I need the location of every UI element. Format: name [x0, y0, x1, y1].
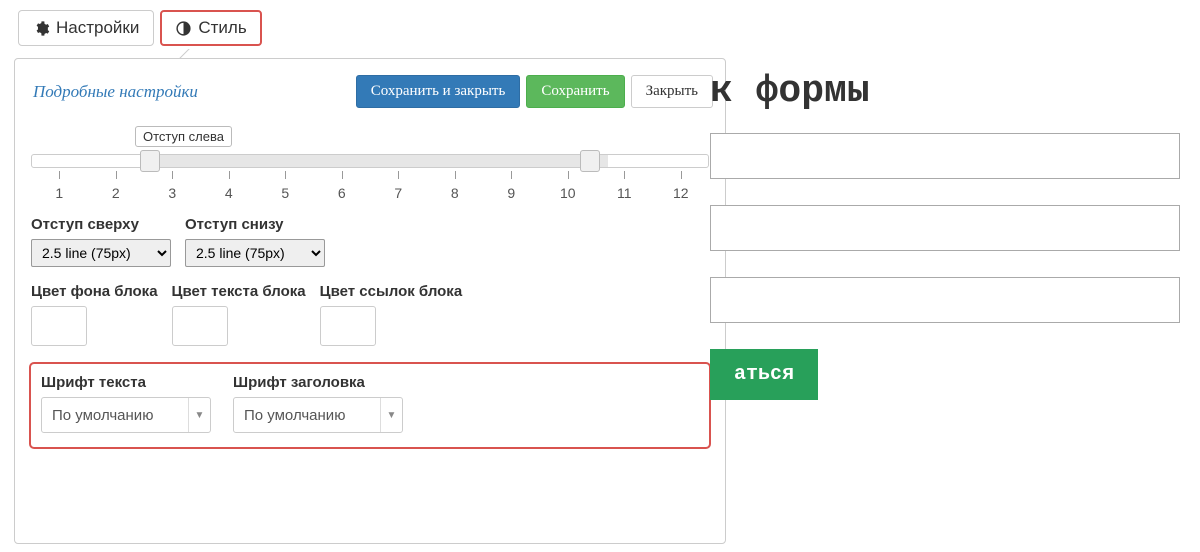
panel-toolbar: Подробные настройки Сохранить и закрыть … — [27, 75, 713, 108]
tick-7: 7 — [394, 185, 402, 201]
close-button[interactable]: Закрыть — [631, 75, 713, 108]
bg-color-field: Цвет фона блока — [31, 283, 158, 346]
font-highlight: Шрифт текста По умолчанию ▼ Шрифт заголо… — [29, 362, 711, 449]
style-panel: Подробные настройки Сохранить и закрыть … — [14, 58, 726, 544]
heading-font-label: Шрифт заголовка — [233, 374, 403, 391]
heading-font-field: Шрифт заголовка По умолчанию ▼ — [233, 374, 403, 433]
link-color-label: Цвет ссылок блока — [320, 283, 463, 300]
tick-2: 2 — [112, 185, 120, 201]
heading-font-select[interactable]: По умолчанию ▼ — [233, 397, 403, 433]
heading-font-value: По умолчанию — [234, 407, 380, 424]
contrast-icon — [175, 20, 192, 37]
link-color-input[interactable] — [320, 306, 376, 346]
panel-scroll[interactable]: Подробные настройки Сохранить и закрыть … — [27, 75, 723, 525]
slider-fill — [148, 155, 608, 167]
text-font-field: Шрифт текста По умолчанию ▼ — [41, 374, 211, 433]
detailed-settings-link[interactable]: Подробные настройки — [33, 82, 198, 102]
preview-submit-button[interactable]: аться — [710, 349, 818, 400]
chevron-down-icon: ▼ — [188, 398, 210, 432]
text-font-label: Шрифт текста — [41, 374, 211, 391]
tick-4: 4 — [225, 185, 233, 201]
color-row: Цвет фона блока Цвет текста блока Цвет с… — [31, 283, 709, 346]
text-font-value: По умолчанию — [42, 407, 188, 424]
bg-color-label: Цвет фона блока — [31, 283, 158, 300]
slider-rail[interactable] — [31, 154, 709, 168]
margin-selects-row: Отступ сверху 2.5 line (75px) Отступ сни… — [31, 216, 709, 267]
panel-box: Подробные настройки Сохранить и закрыть … — [14, 58, 726, 544]
form-title: к формы — [710, 70, 1180, 113]
margin-slider: Отступ слева 1 2 3 4 5 6 7 8 9 10 — [31, 126, 709, 206]
text-color-input[interactable] — [172, 306, 228, 346]
tab-style-label: Стиль — [198, 18, 246, 38]
tick-8: 8 — [451, 185, 459, 201]
form-preview: к формы аться — [710, 70, 1180, 400]
tick-11: 11 — [617, 185, 632, 201]
tick-12: 12 — [673, 185, 689, 201]
panel-arrow — [174, 49, 192, 58]
slider-ticks: 1 2 3 4 5 6 7 8 9 10 11 12 — [31, 171, 709, 201]
gear-icon — [33, 20, 50, 37]
slider-handle-right[interactable] — [580, 150, 600, 172]
tick-10: 10 — [560, 185, 576, 201]
tab-style[interactable]: Стиль — [160, 10, 261, 46]
preview-input-3[interactable] — [710, 277, 1180, 323]
margin-bottom-field: Отступ снизу 2.5 line (75px) — [185, 216, 325, 267]
font-row: Шрифт текста По умолчанию ▼ Шрифт заголо… — [41, 374, 699, 433]
margin-bottom-select[interactable]: 2.5 line (75px) — [185, 239, 325, 267]
save-button[interactable]: Сохранить — [526, 75, 624, 108]
bg-color-input[interactable] — [31, 306, 87, 346]
tick-3: 3 — [168, 185, 176, 201]
tab-settings[interactable]: Настройки — [18, 10, 154, 46]
chevron-down-icon: ▼ — [380, 398, 402, 432]
margin-top-field: Отступ сверху 2.5 line (75px) — [31, 216, 171, 267]
preview-input-1[interactable] — [710, 133, 1180, 179]
slider-handle-left[interactable] — [140, 150, 160, 172]
tab-settings-label: Настройки — [56, 18, 139, 38]
margin-bottom-label: Отступ снизу — [185, 216, 325, 233]
save-close-button[interactable]: Сохранить и закрыть — [356, 75, 521, 108]
tick-9: 9 — [507, 185, 515, 201]
link-color-field: Цвет ссылок блока — [320, 283, 463, 346]
tick-1: 1 — [55, 185, 63, 201]
margin-top-select[interactable]: 2.5 line (75px) — [31, 239, 171, 267]
slider-tooltip: Отступ слева — [135, 126, 232, 147]
text-color-field: Цвет текста блока — [172, 283, 306, 346]
tabs-row: Настройки Стиль — [0, 0, 1200, 46]
tick-5: 5 — [281, 185, 289, 201]
preview-input-2[interactable] — [710, 205, 1180, 251]
text-font-select[interactable]: По умолчанию ▼ — [41, 397, 211, 433]
tick-6: 6 — [338, 185, 346, 201]
text-color-label: Цвет текста блока — [172, 283, 306, 300]
margin-top-label: Отступ сверху — [31, 216, 171, 233]
